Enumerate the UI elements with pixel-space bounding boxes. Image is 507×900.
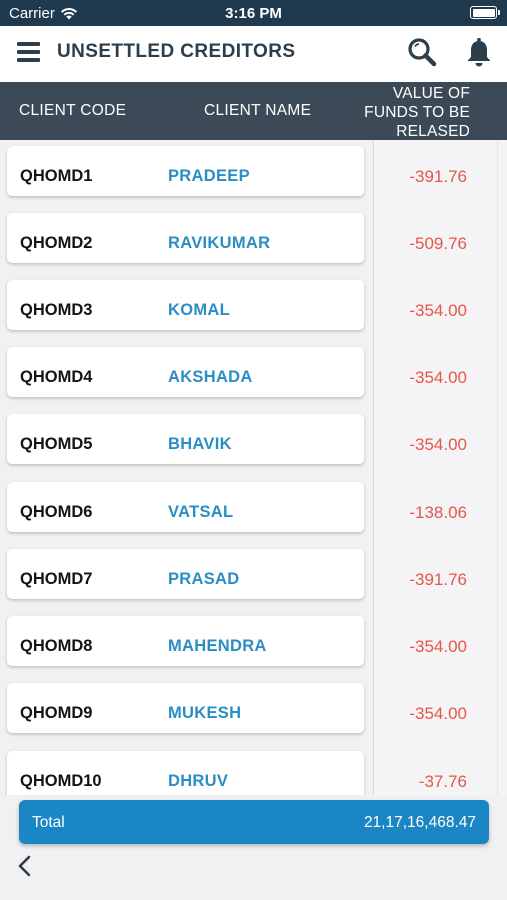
funds-value: -354.00: [409, 637, 467, 656]
funds-value: -354.00: [409, 368, 467, 387]
page-title: UNSETTLED CREDITORS: [57, 41, 296, 62]
funds-value: -391.76: [409, 570, 467, 589]
client-name: VATSAL: [168, 503, 234, 521]
client-code: QHOMD3: [20, 301, 93, 319]
client-code: QHOMD8: [20, 637, 93, 655]
status-bar: Carrier 3:16 PM: [0, 0, 507, 26]
client-code: QHOMD7: [20, 570, 93, 588]
client-code: QHOMD2: [20, 234, 93, 252]
funds-value: -138.06: [409, 503, 467, 522]
client-name: BHAVIK: [168, 435, 232, 453]
table-row[interactable]: QHOMD9 MUKESH -354.00: [0, 683, 507, 735]
header-client-code: CLIENT CODE: [19, 102, 127, 119]
header-value-line1: VALUE OF: [392, 85, 470, 102]
battery-icon: [470, 6, 500, 19]
table-row[interactable]: QHOMD2 RAVIKUMAR -509.76: [0, 213, 507, 265]
client-name: DHRUV: [168, 772, 229, 790]
creditors-list[interactable]: QHOMD1 PRADEEP -391.76 QHOMD2 RAVIKUMAR …: [0, 140, 507, 795]
table-row[interactable]: QHOMD6 VATSAL -138.06: [0, 482, 507, 534]
client-name: MAHENDRA: [168, 637, 267, 655]
client-name: PRASAD: [168, 570, 240, 588]
client-code: QHOMD5: [20, 435, 93, 453]
client-name: RAVIKUMAR: [168, 234, 271, 252]
client-code: QHOMD6: [20, 503, 93, 521]
funds-value: -354.00: [409, 704, 467, 723]
table-row[interactable]: QHOMD4 AKSHADA -354.00: [0, 347, 507, 399]
funds-value: -354.00: [409, 435, 467, 454]
table-header: CLIENT CODE CLIENT NAME VALUE OF FUNDS T…: [0, 82, 507, 140]
client-code: QHOMD10: [20, 772, 102, 790]
client-name: MUKESH: [168, 704, 242, 722]
header-value-line2: FUNDS TO BE: [364, 104, 470, 121]
total-label: Total: [32, 814, 65, 831]
table-row[interactable]: QHOMD10 DHRUV -37.76: [0, 751, 507, 795]
nav-bar: UNSETTLED CREDITORS: [0, 26, 507, 82]
table-row[interactable]: QHOMD1 PRADEEP -391.76: [0, 146, 507, 198]
table-row[interactable]: QHOMD8 MAHENDRA -354.00: [0, 616, 507, 668]
header-value-of-funds: VALUE OF FUNDS TO BE RELASED: [364, 84, 470, 141]
funds-value: -509.76: [409, 234, 467, 253]
back-chevron-icon[interactable]: [14, 853, 36, 879]
total-value: 21,17,16,468.47: [363, 814, 476, 831]
funds-value: -391.76: [409, 167, 467, 186]
menu-icon[interactable]: [17, 41, 41, 63]
client-name: PRADEEP: [168, 167, 250, 185]
total-bar: Total 21,17,16,468.47: [19, 800, 489, 844]
status-time: 3:16 PM: [225, 5, 282, 22]
client-code: QHOMD9: [20, 704, 93, 722]
client-code: QHOMD4: [20, 368, 93, 386]
table-row[interactable]: QHOMD3 KOMAL -354.00: [0, 280, 507, 332]
table-row[interactable]: QHOMD7 PRASAD -391.76: [0, 549, 507, 601]
header-client-name: CLIENT NAME: [204, 102, 312, 119]
table-row[interactable]: QHOMD5 BHAVIK -354.00: [0, 414, 507, 466]
client-code: QHOMD1: [20, 167, 93, 185]
search-icon[interactable]: [406, 36, 438, 68]
funds-value: -354.00: [409, 301, 467, 320]
funds-value: -37.76: [418, 772, 467, 791]
bell-icon[interactable]: [464, 37, 494, 69]
client-name: KOMAL: [168, 301, 230, 319]
header-value-line3: RELASED: [396, 123, 470, 140]
client-name: AKSHADA: [168, 368, 253, 386]
